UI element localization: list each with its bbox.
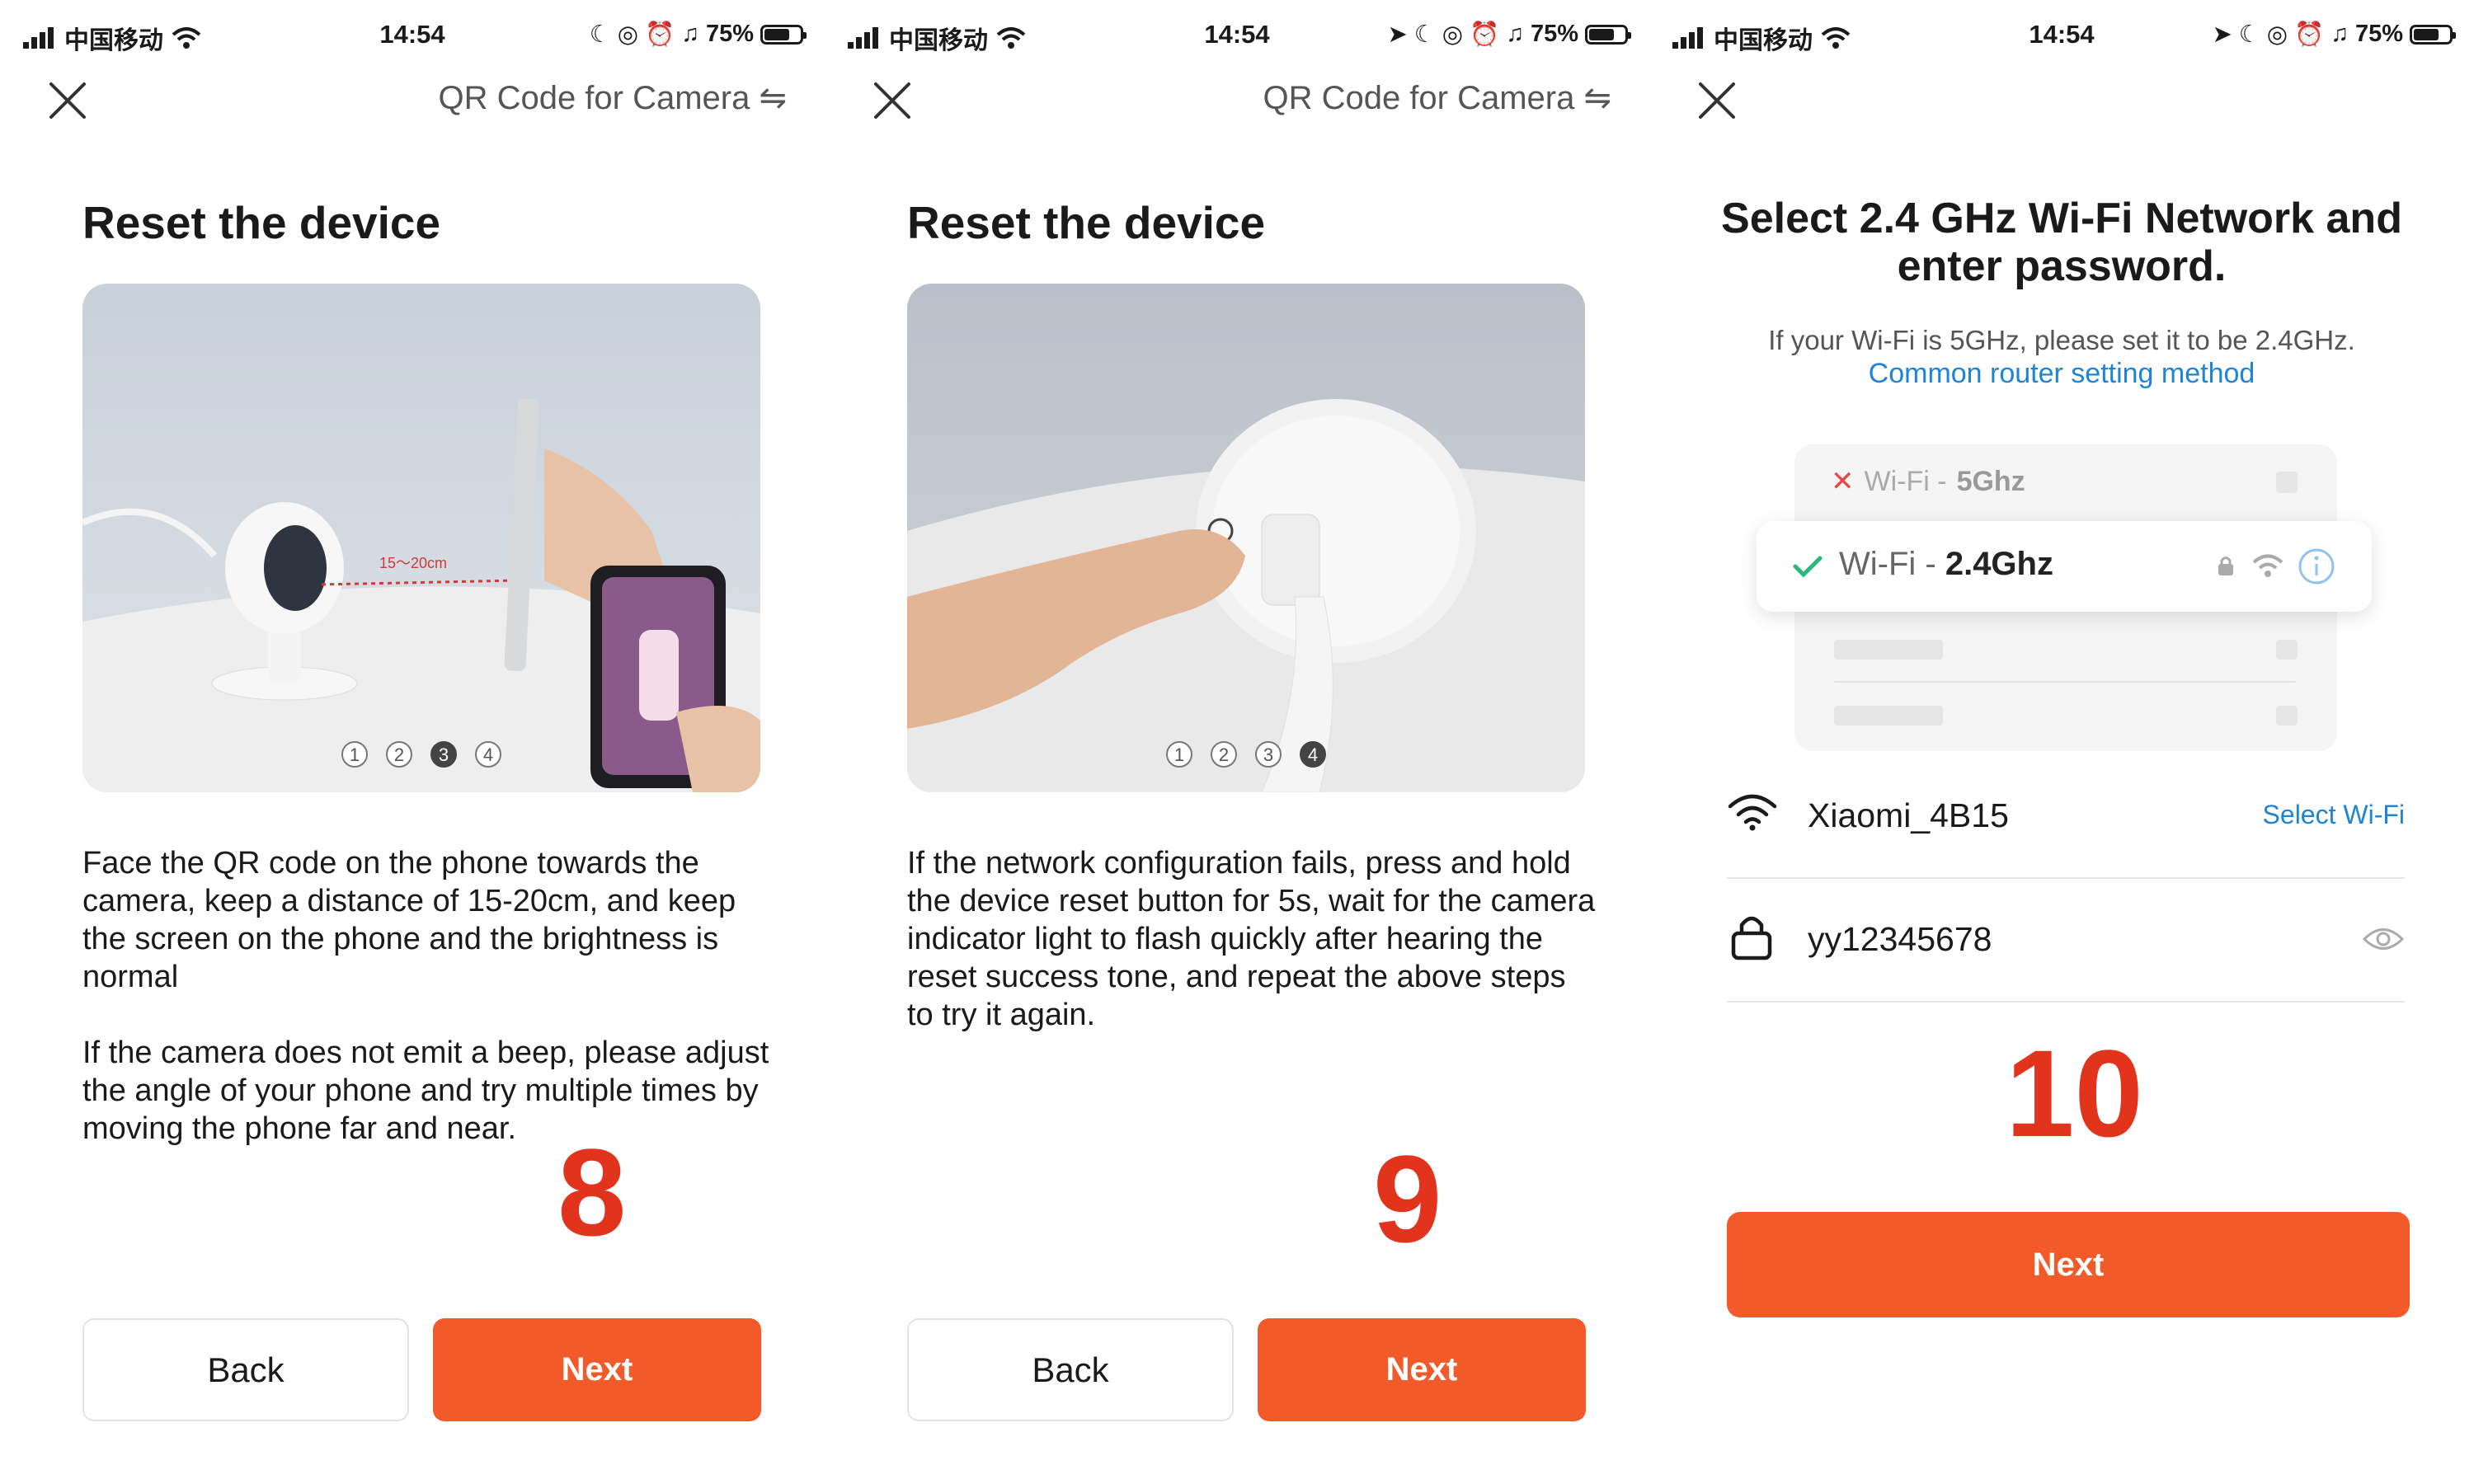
close-icon[interactable] <box>868 76 917 125</box>
lock-icon <box>1731 916 1772 960</box>
status-bar: 中国移动 14:54 ➤ ☾ ◎ ⏰ ♫ 75% <box>1649 0 2474 74</box>
battery-percent: 75% <box>705 21 754 47</box>
select-wifi-link[interactable]: Select Wi-Fi <box>2263 800 2405 830</box>
distance-label: 15～20cm <box>379 555 447 571</box>
instruction-text: If the network configuration fails, pres… <box>907 846 1604 1032</box>
wifi-24g-prefix: Wi-Fi - <box>1839 546 1945 582</box>
step-number-label: 8 <box>557 1123 627 1261</box>
step-number-label: 9 <box>1373 1129 1442 1268</box>
step-dot[interactable]: 3 <box>1255 741 1282 768</box>
step-indicator: 1 2 3 4 <box>907 741 1585 768</box>
placeholder-bar <box>1834 706 1943 726</box>
step-dot-active[interactable]: 4 <box>1300 741 1326 768</box>
status-bar: 中国移动 14:54 ➤ ☾ ◎ ⏰ ♫ 75% <box>825 0 1649 74</box>
page-title: Reset the device <box>907 197 1266 248</box>
close-icon[interactable] <box>43 76 92 125</box>
placeholder-block <box>2276 472 2298 493</box>
lock-rotation-icon: ◎ <box>617 21 639 48</box>
lock-rotation-icon: ◎ <box>1442 21 1464 48</box>
moon-icon: ☾ <box>1413 21 1436 48</box>
page-title: Select 2.4 GHz Wi-Fi Network and enter p… <box>1721 195 2402 290</box>
step-dot[interactable]: 2 <box>386 741 412 768</box>
alarm-icon: ⏰ <box>1470 21 1500 48</box>
step-dot[interactable]: 2 <box>1211 741 1237 768</box>
lock-rotation-icon: ◎ <box>2266 21 2288 48</box>
eye-icon[interactable] <box>2362 925 2405 953</box>
reset-button-illustration <box>907 284 1585 792</box>
wifi-24g-band: 2.4Ghz <box>1945 546 2053 582</box>
battery-icon <box>760 24 807 45</box>
instruction-text: Face the QR code on the phone towards th… <box>82 846 769 1146</box>
step-indicator: 1 2 3 4 <box>82 741 760 768</box>
status-bar: 中国移动 14:54 ☾ ◎ ⏰ ♫ 75% <box>0 0 825 74</box>
wifi-5g-band: 5Ghz <box>1956 465 2025 497</box>
network-name: Xiaomi_4B15 <box>1808 796 2009 834</box>
router-setting-link[interactable]: Common router setting method <box>1649 358 2474 390</box>
moon-icon: ☾ <box>2238 21 2260 48</box>
placeholder-bar <box>1834 640 1943 660</box>
placeholder-divider <box>1834 681 2296 683</box>
wifi-band-hint: If your Wi-Fi is 5GHz, please set it to … <box>1768 325 2355 355</box>
wifi-icon <box>1728 794 1777 831</box>
headphones-icon: ♫ <box>681 21 699 47</box>
check-icon <box>1793 556 1823 578</box>
headphones-icon: ♫ <box>1506 21 1524 47</box>
step-dot[interactable]: 4 <box>475 741 501 768</box>
wifi-signal-icon <box>2252 554 2284 577</box>
location-icon: ➤ <box>1387 21 1408 48</box>
lock-small-icon <box>2218 556 2233 575</box>
screen-reset-step-9: 中国移动 14:54 ➤ ☾ ◎ ⏰ ♫ 75% QR Code for Cam… <box>825 0 1649 1484</box>
instruction-photo: 1 2 3 4 <box>907 284 1585 792</box>
password-row: yy12345678 <box>1727 877 2405 1003</box>
nav-title: QR Code for Camera ⇋ <box>438 80 787 116</box>
instruction-photo: 15～20cm 1 2 3 4 <box>82 284 760 792</box>
step-dot[interactable]: 1 <box>1166 741 1192 768</box>
info-icon <box>2298 548 2335 585</box>
password-field[interactable]: yy12345678 <box>1808 920 1992 959</box>
wifi-network-row[interactable]: Xiaomi_4B15 Select Wi-Fi <box>1727 754 2405 879</box>
placeholder-block <box>2276 706 2298 726</box>
back-button[interactable]: Back <box>907 1318 1234 1421</box>
nav-title: QR Code for Camera ⇋ <box>1263 80 1611 116</box>
battery-percent: 75% <box>2354 21 2403 47</box>
battery-icon <box>2410 24 2456 45</box>
step-number-label: 10 <box>2006 1024 2143 1162</box>
next-button[interactable]: Next <box>433 1318 761 1421</box>
step-dot-active[interactable]: 3 <box>430 741 457 768</box>
screen-reset-step-8: 中国移动 14:54 ☾ ◎ ⏰ ♫ 75% QR Code for Camer… <box>0 0 825 1484</box>
next-button[interactable]: Next <box>1727 1212 2410 1317</box>
next-button[interactable]: Next <box>1258 1318 1586 1421</box>
battery-icon <box>1585 24 1631 45</box>
headphones-icon: ♫ <box>2331 21 2349 47</box>
page-title: Reset the device <box>82 197 441 248</box>
camera-distance-illustration: 15～20cm <box>82 284 760 792</box>
alarm-icon: ⏰ <box>2294 21 2325 48</box>
wifi-24g-item: Wi-Fi - 2.4Ghz <box>1757 521 2372 612</box>
screen-wifi-setup-step-10: 中国移动 14:54 ➤ ☾ ◎ ⏰ ♫ 75% Select 2.4 GHz … <box>1649 0 2474 1484</box>
wifi-5g-item: ✕ Wi-Fi - 5Ghz <box>1831 465 2025 498</box>
close-icon[interactable] <box>1692 76 1742 125</box>
step-dot[interactable]: 1 <box>341 741 368 768</box>
cross-icon: ✕ <box>1831 466 1855 497</box>
alarm-icon: ⏰ <box>645 21 675 48</box>
back-button[interactable]: Back <box>82 1318 409 1421</box>
location-icon: ➤ <box>2212 21 2232 48</box>
placeholder-block <box>2276 640 2298 660</box>
battery-percent: 75% <box>1530 21 1578 47</box>
wifi-5g-prefix: Wi-Fi - <box>1864 465 1947 497</box>
moon-icon: ☾ <box>589 21 611 48</box>
